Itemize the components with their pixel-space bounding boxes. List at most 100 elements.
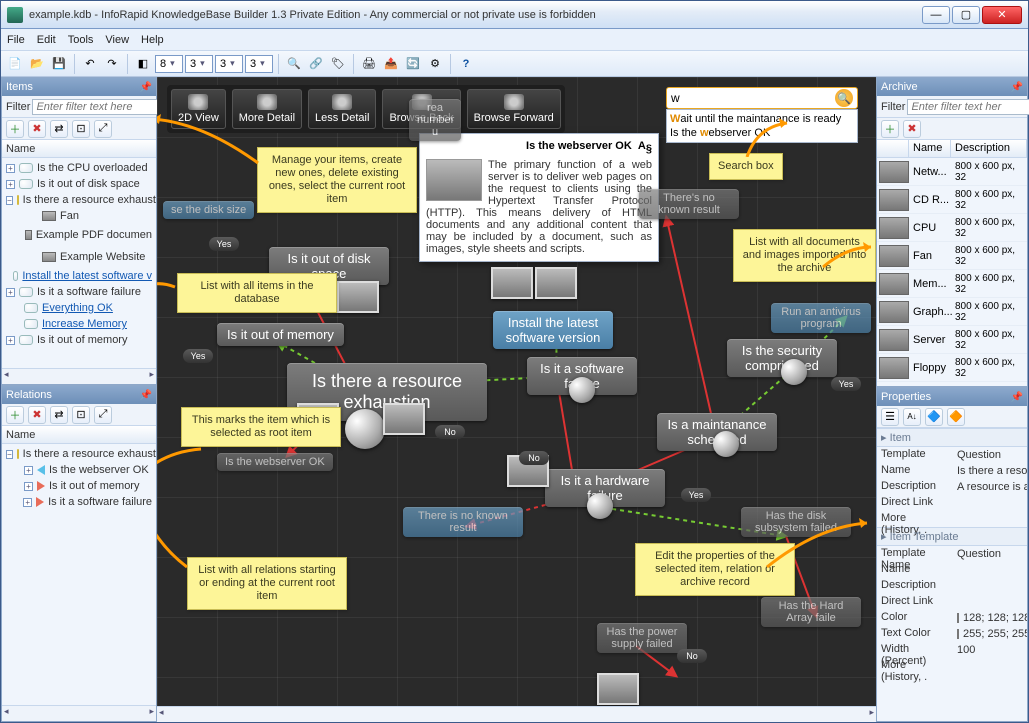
archive-row[interactable]: Server800 x 600 px, 32 [877, 326, 1027, 354]
archive-row[interactable]: Fan800 x 600 px, 32 [877, 242, 1027, 270]
toolbar-combo-4[interactable]: 3 [245, 55, 273, 73]
property-row[interactable]: More (History, . [877, 511, 1027, 527]
items-expand-icon[interactable]: ⤢ [94, 120, 112, 138]
toolbar-help-icon[interactable]: ? [456, 54, 476, 74]
toolbar-combo-1[interactable]: 8 [155, 55, 183, 73]
property-row[interactable]: Description [877, 578, 1027, 594]
node[interactable]: There is no known result [403, 507, 523, 537]
node[interactable]: Is it out of memory [217, 323, 344, 346]
hub-icon[interactable] [345, 409, 385, 449]
property-row[interactable]: TemplateQuestion [877, 447, 1027, 463]
node[interactable]: rea number u [409, 99, 461, 141]
toolbar-open-icon[interactable]: 📂 [27, 54, 47, 74]
minimize-button[interactable]: — [922, 6, 950, 24]
menu-tools[interactable]: Tools [68, 34, 94, 46]
property-row[interactable]: Direct Link [877, 594, 1027, 610]
rel-expand-icon[interactable]: ⤢ [94, 406, 112, 424]
menu-file[interactable]: File [7, 34, 25, 46]
items-delete-icon[interactable]: ✖ [28, 120, 46, 138]
toolbar-redo-icon[interactable]: ↷ [102, 54, 122, 74]
hub-icon[interactable] [781, 359, 807, 385]
toolbar-combo-2[interactable]: 3 [185, 55, 213, 73]
props-rel-icon[interactable]: 🔶 [947, 408, 965, 426]
property-row[interactable]: Color128; 128; 128 [877, 610, 1027, 626]
items-select-icon[interactable]: ⊡ [72, 120, 90, 138]
property-row[interactable]: More (History, . [877, 658, 1027, 674]
property-row[interactable]: Direct Link [877, 495, 1027, 511]
search-box[interactable]: 🔍 [666, 87, 858, 109]
relations-tree[interactable]: −Is there a resource exhaustion +Is the … [2, 444, 156, 512]
toolbar-print-icon[interactable]: 🖨 [359, 54, 379, 74]
props-sort-icon[interactable]: A↓ [903, 408, 921, 426]
menu-help[interactable]: Help [141, 34, 164, 46]
graph-canvas[interactable]: 2D View More Detail Less Detail Browse B… [157, 77, 876, 722]
search-input[interactable] [671, 91, 835, 105]
toolbar-link-icon[interactable]: 🔗 [306, 54, 326, 74]
canvas-lessdetail-button[interactable]: Less Detail [308, 89, 376, 129]
archive-row[interactable]: CD R...800 x 600 px, 32 [877, 186, 1027, 214]
node[interactable]: Install the latest software version [493, 311, 613, 349]
archive-add-icon[interactable]: ＋ [881, 120, 899, 138]
items-tree[interactable]: +Is the CPU overloaded +Is it out of dis… [2, 158, 156, 350]
archive-row[interactable]: Mem...800 x 600 px, 32 [877, 270, 1027, 298]
property-row[interactable]: Template NameQuestion [877, 546, 1027, 562]
toolbar-combo-3[interactable]: 3 [215, 55, 243, 73]
node[interactable]: Is it out of disk space [269, 247, 389, 285]
hub-icon[interactable] [587, 493, 613, 519]
property-row[interactable]: DescriptionA resource is a sou [877, 479, 1027, 495]
node[interactable]: se the disk size [163, 201, 254, 219]
property-row[interactable]: Name [877, 562, 1027, 578]
pin-icon[interactable]: 📌 [1011, 392, 1023, 403]
menu-view[interactable]: View [105, 34, 129, 46]
archive-filter-input[interactable] [907, 99, 1029, 115]
canvas-2dview-button[interactable]: 2D View [171, 89, 226, 129]
properties-grid[interactable]: ▸ ItemTemplateQuestionNameIs there a res… [877, 428, 1027, 674]
property-row[interactable]: Width (Percent)100 [877, 642, 1027, 658]
items-scrollbar[interactable] [2, 368, 156, 384]
canvas-forward-button[interactable]: Browse Forward [467, 89, 561, 129]
rel-select-icon[interactable]: ⊡ [72, 406, 90, 424]
rel-delete-icon[interactable]: ✖ [28, 406, 46, 424]
toolbar-nav-icon[interactable]: ◧ [133, 54, 153, 74]
archive-row[interactable]: Netw...800 x 600 px, 32 [877, 158, 1027, 186]
hub-icon[interactable] [713, 431, 739, 457]
maximize-button[interactable]: ▢ [952, 6, 980, 24]
node[interactable]: Has the disk subsystem failed [741, 507, 851, 537]
close-button[interactable]: ✕ [982, 6, 1022, 24]
property-row[interactable]: NameIs there a resource [877, 463, 1027, 479]
node[interactable]: There's no known result [639, 189, 739, 219]
archive-table[interactable]: NameDescription Netw...800 x 600 px, 32C… [877, 140, 1027, 382]
toolbar-settings-icon[interactable]: ⚙ [425, 54, 445, 74]
toolbar-find-icon[interactable]: 🔍 [284, 54, 304, 74]
props-item-icon[interactable]: 🔷 [925, 408, 943, 426]
toolbar-export-icon[interactable]: 📤 [381, 54, 401, 74]
archive-row[interactable]: Floppy800 x 600 px, 32 [877, 354, 1027, 382]
menu-edit[interactable]: Edit [37, 34, 56, 46]
archive-row[interactable]: Graph...800 x 600 px, 32 [877, 298, 1027, 326]
node[interactable]: Has the power supply failed [597, 623, 687, 653]
items-rel-icon[interactable]: ⇄ [50, 120, 68, 138]
pin-icon[interactable]: 📌 [1011, 82, 1023, 93]
canvas-scrollbar[interactable] [157, 706, 876, 722]
canvas-moredetail-button[interactable]: More Detail [232, 89, 302, 129]
relations-scrollbar[interactable] [2, 705, 156, 721]
search-suggestions[interactable]: Wait until the maintanance is ready Is t… [666, 109, 858, 143]
pin-icon[interactable]: 📌 [140, 82, 152, 93]
toolbar-tag-icon[interactable]: 🏷 [328, 54, 348, 74]
relations-col[interactable]: Name [2, 426, 156, 444]
pin-icon[interactable]: 📌 [140, 390, 152, 401]
toolbar-save-icon[interactable]: 💾 [49, 54, 69, 74]
archive-row[interactable]: CPU800 x 600 px, 32 [877, 214, 1027, 242]
props-list-icon[interactable]: ☰ [881, 408, 899, 426]
archive-delete-icon[interactable]: ✖ [903, 120, 921, 138]
rel-swap-icon[interactable]: ⇄ [50, 406, 68, 424]
property-row[interactable]: Text Color255; 255; 255 [877, 626, 1027, 642]
rel-add-icon[interactable]: ＋ [6, 406, 24, 424]
toolbar-undo-icon[interactable]: ↶ [80, 54, 100, 74]
node[interactable]: Has the Hard Array faile [761, 597, 861, 627]
toolbar-refresh-icon[interactable]: 🔄 [403, 54, 423, 74]
search-icon[interactable]: 🔍 [835, 89, 853, 107]
items-add-icon[interactable]: ＋ [6, 120, 24, 138]
hub-icon[interactable] [569, 377, 595, 403]
node[interactable]: Run an antivirus program [771, 303, 871, 333]
